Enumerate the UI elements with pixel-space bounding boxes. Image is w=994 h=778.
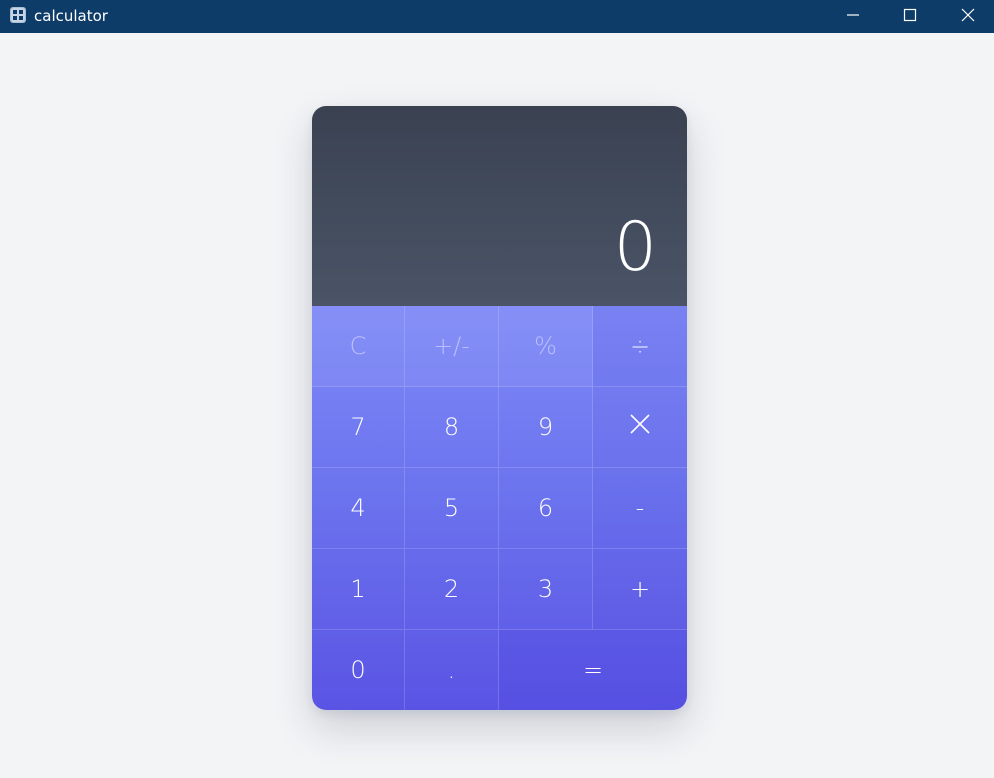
add-button[interactable]: + (593, 549, 687, 630)
decimal-label: . (447, 656, 456, 684)
window-title: calculator (34, 7, 108, 25)
maximize-icon (903, 7, 917, 26)
clear-button[interactable]: C (312, 306, 405, 387)
digit-4-button[interactable]: 4 (312, 468, 405, 549)
keypad: C +/- % ÷ 7 8 9 4 5 6 - 1 2 3 + 0 . = (312, 306, 687, 710)
minimize-button[interactable] (824, 0, 882, 33)
calculator: 0 C +/- % ÷ 7 8 9 4 5 6 - 1 2 3 + 0 . = (312, 106, 687, 710)
percent-button[interactable]: % (499, 306, 593, 387)
maximize-button[interactable] (881, 0, 939, 33)
digit-5-button[interactable]: 5 (405, 468, 499, 549)
multiply-button[interactable] (593, 387, 687, 468)
minimize-icon (846, 7, 860, 26)
subtract-label: - (635, 494, 645, 522)
subtract-button[interactable]: - (593, 468, 687, 549)
equals-label: = (582, 656, 604, 684)
digit-6-button[interactable]: 6 (499, 468, 593, 549)
digit-8-button[interactable]: 8 (405, 387, 499, 468)
title-bar: calculator (0, 0, 994, 33)
add-label: + (629, 575, 651, 603)
digit-0-button[interactable]: 0 (312, 630, 405, 710)
digit-5-label: 5 (443, 494, 460, 522)
divide-label: ÷ (629, 332, 651, 360)
digit-2-label: 2 (443, 575, 460, 603)
digit-9-label: 9 (537, 413, 554, 441)
digit-4-label: 4 (350, 494, 366, 522)
clear-label: C (349, 332, 367, 360)
digit-3-button[interactable]: 3 (499, 549, 593, 630)
digit-0-label: 0 (350, 656, 366, 684)
digit-8-label: 8 (443, 413, 460, 441)
percent-label: % (534, 332, 557, 360)
digit-3-label: 3 (537, 575, 554, 603)
digit-1-button[interactable]: 1 (312, 549, 405, 630)
sign-toggle-button[interactable]: +/- (405, 306, 499, 387)
digit-7-button[interactable]: 7 (312, 387, 405, 468)
close-button[interactable] (939, 0, 994, 33)
display-panel: 0 (312, 106, 687, 306)
equals-button[interactable]: = (499, 630, 687, 710)
display-value: 0 (613, 208, 657, 287)
digit-7-label: 7 (350, 413, 366, 441)
close-icon (961, 7, 975, 26)
sign-toggle-label: +/- (433, 332, 470, 360)
digit-2-button[interactable]: 2 (405, 549, 499, 630)
calculator-app-icon (10, 7, 26, 23)
divide-button[interactable]: ÷ (593, 306, 687, 387)
digit-1-label: 1 (350, 575, 366, 603)
digit-9-button[interactable]: 9 (499, 387, 593, 468)
decimal-button[interactable]: . (405, 630, 499, 710)
digit-6-label: 6 (537, 494, 554, 522)
multiply-icon (629, 413, 651, 441)
